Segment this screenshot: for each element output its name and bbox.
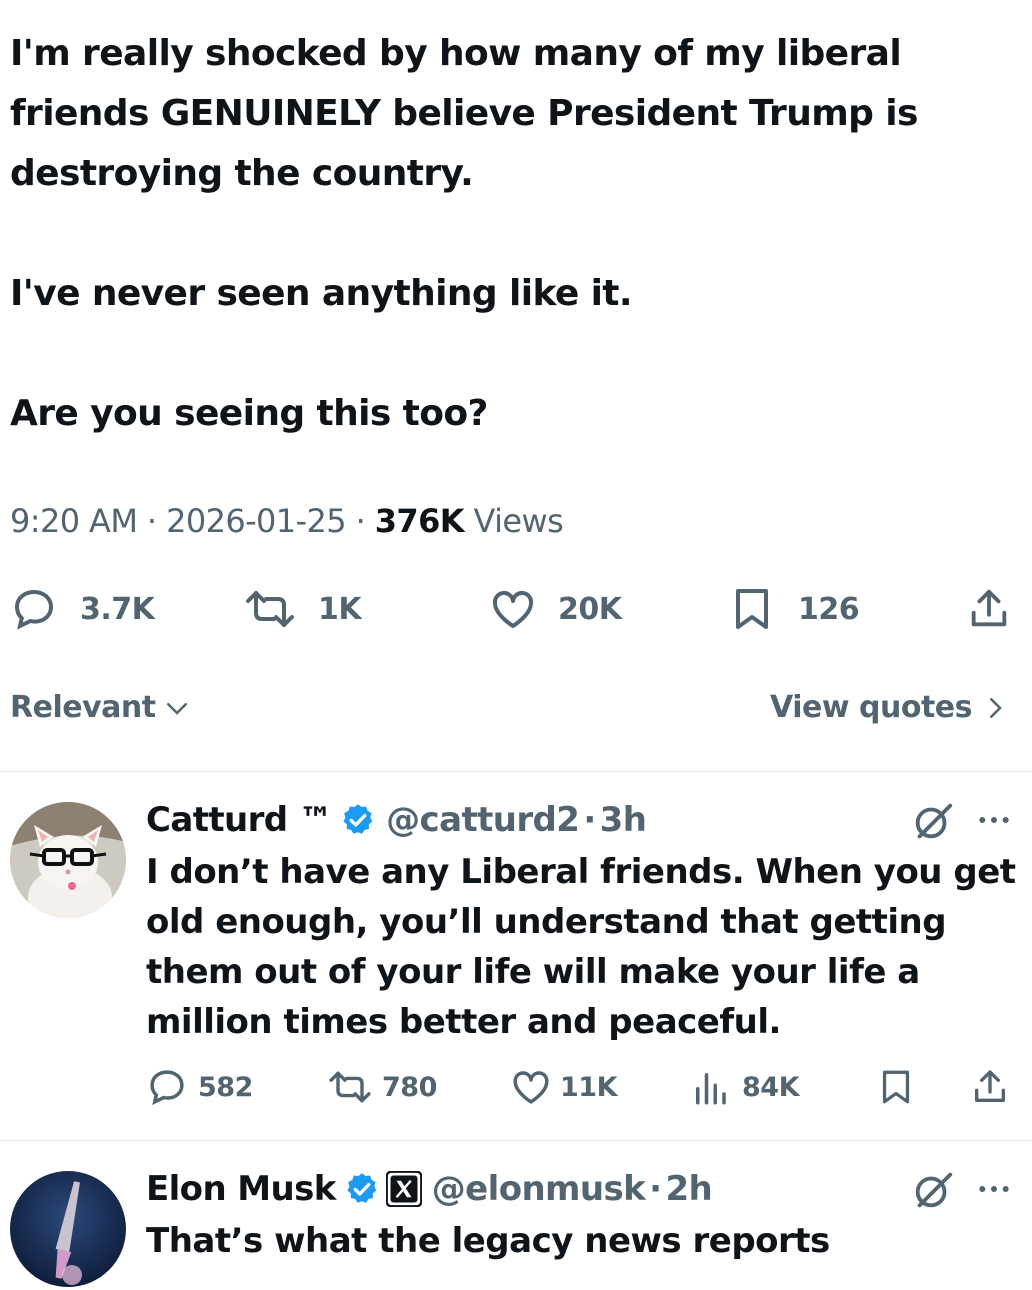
like-icon <box>492 591 534 628</box>
share-button[interactable] <box>966 585 1012 633</box>
view-quotes-label: View quotes <box>770 690 972 725</box>
reply-icon <box>14 589 54 630</box>
bookmark-icon <box>882 1070 910 1104</box>
reply-time[interactable]: 2h <box>665 1169 712 1209</box>
tweet-actions: 3.7K 1K 20K 126 <box>0 585 1032 635</box>
reply-button[interactable]: 3.7K <box>10 585 155 633</box>
views-icon <box>696 1073 726 1105</box>
repost-count: 1K <box>318 591 362 627</box>
like-button[interactable]: 11K <box>510 1066 618 1108</box>
bookmark-icon <box>736 589 768 629</box>
like-icon <box>513 1071 549 1104</box>
author-name[interactable]: Catturd ™ <box>146 800 333 840</box>
like-count: 11K <box>560 1071 618 1103</box>
share-button[interactable] <box>970 1066 1010 1108</box>
reply-item[interactable]: Catturd ™ @catturd2 · 3h I don’t have an… <box>0 772 1032 1140</box>
chevron-right-icon <box>990 697 1002 718</box>
author-handle[interactable]: @elonmusk <box>432 1169 646 1209</box>
author-name[interactable]: Elon Musk <box>146 1169 336 1209</box>
grok-icon[interactable] <box>910 798 956 844</box>
x-logo-icon <box>385 1171 422 1207</box>
reply-count: 582 <box>198 1071 253 1103</box>
reply-text: That’s what the legacy news reports <box>146 1221 830 1261</box>
tweet-meta: 9:20 AM · 2026-01-25 · 376K Views <box>10 502 564 540</box>
author-handle[interactable]: @catturd2 <box>386 800 580 840</box>
like-count: 20K <box>558 591 622 627</box>
grok-icon[interactable] <box>910 1167 956 1213</box>
share-icon <box>971 589 1007 627</box>
repost-count: 780 <box>382 1071 437 1103</box>
views-button[interactable]: 84K <box>692 1066 800 1108</box>
reply-button[interactable]: 582 <box>146 1066 253 1108</box>
tweet-text: I'm really shocked by how many of my lib… <box>10 33 918 434</box>
main-tweet: I'm really shocked by how many of my lib… <box>10 24 1020 444</box>
relevant-dropdown[interactable]: Relevant <box>10 690 192 725</box>
rocket-avatar-image <box>10 1171 126 1287</box>
avatar[interactable] <box>10 802 126 918</box>
verified-badge-icon <box>343 804 373 834</box>
views-label: Views <box>473 502 564 540</box>
views-count: 376K <box>374 502 465 540</box>
repost-icon <box>329 1071 371 1103</box>
reply-count: 3.7K <box>80 591 155 627</box>
chevron-down-icon <box>166 702 187 715</box>
reply-item[interactable]: Elon Musk @elonmusk · 2h That’s what the… <box>0 1141 1032 1290</box>
reply-time[interactable]: 3h <box>600 800 647 840</box>
verified-badge-icon <box>347 1173 377 1203</box>
tweet-date[interactable]: 2026-01-25 <box>166 502 347 540</box>
avatar[interactable] <box>10 1171 126 1287</box>
reply-header: Elon Musk @elonmusk · 2h <box>146 1169 713 1209</box>
tweet-time[interactable]: 9:20 AM <box>10 502 138 540</box>
bookmark-button[interactable] <box>878 1066 914 1108</box>
relevant-label: Relevant <box>10 690 156 725</box>
reply-text: I don’t have any Liberal friends. When y… <box>146 852 1016 1042</box>
share-icon <box>975 1070 1005 1102</box>
reply-actions: 582 780 11K 84K <box>0 1066 1032 1116</box>
more-icon[interactable] <box>974 1169 1014 1209</box>
like-button[interactable]: 20K <box>488 585 622 633</box>
bookmark-button[interactable]: 126 <box>730 585 860 633</box>
reply-header: Catturd ™ @catturd2 · 3h <box>146 800 647 840</box>
views-count: 84K <box>742 1071 800 1103</box>
repost-button[interactable]: 780 <box>326 1066 437 1108</box>
bookmark-count: 126 <box>798 591 860 627</box>
cat-avatar-image <box>10 802 126 918</box>
reply-sort-row: Relevant View quotes <box>10 690 1010 734</box>
view-quotes-link[interactable]: View quotes <box>770 690 1010 725</box>
more-icon[interactable] <box>974 800 1014 840</box>
repost-button[interactable]: 1K <box>242 585 362 633</box>
repost-icon <box>246 591 294 627</box>
reply-icon <box>150 1070 184 1106</box>
